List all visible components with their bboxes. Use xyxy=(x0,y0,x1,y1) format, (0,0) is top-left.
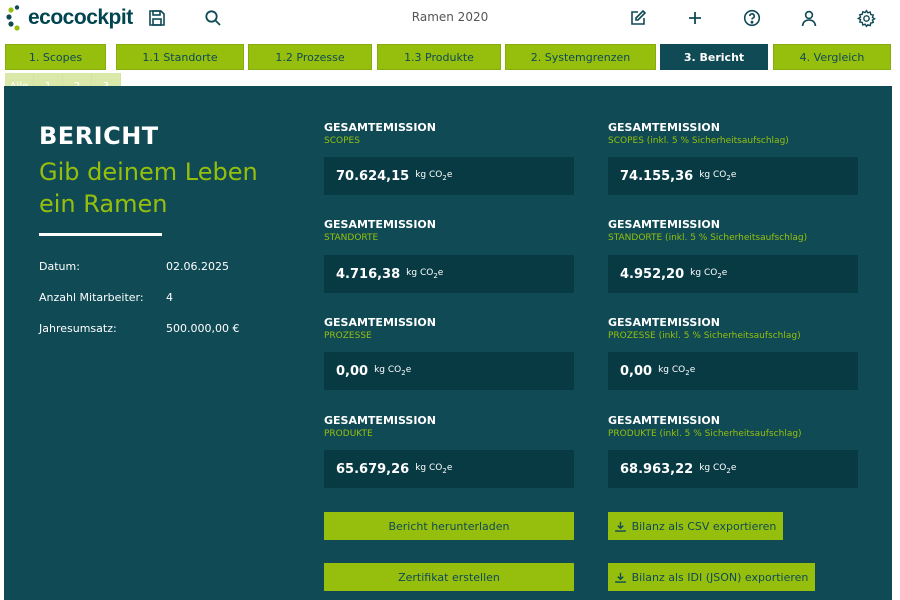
emission-value: 0,00 xyxy=(336,363,369,379)
emission-value: 68.963,22 xyxy=(620,461,694,477)
emission-value-box: 0,00 kg CO2e xyxy=(324,352,574,390)
emission-label: GESAMTEMISSION xyxy=(324,316,436,329)
emission-sub: STANDORTE xyxy=(324,233,379,243)
meta-employees-value: 4 xyxy=(166,291,173,304)
emission-label: GESAMTEMISSION xyxy=(608,121,720,134)
meta-revenue-value: 500.000,00 € xyxy=(166,322,240,335)
top-bar: ecocockpit Ramen 2020 xyxy=(0,0,900,38)
emission-sub: PROZESSE (inkl. 5 % Sicherheitsaufschlag… xyxy=(608,331,801,341)
emission-value-box: 74.155,36 kg CO2e xyxy=(608,157,858,195)
download-icon xyxy=(614,572,626,583)
emission-label: GESAMTEMISSION xyxy=(324,121,436,134)
emission-value: 0,00 xyxy=(620,363,653,379)
export-csv-label: Bilanz als CSV exportieren xyxy=(631,519,777,533)
heading-divider xyxy=(39,233,162,236)
help-icon[interactable] xyxy=(741,7,763,29)
export-csv-button[interactable]: Bilanz als CSV exportieren xyxy=(608,512,783,540)
emission-label: GESAMTEMISSION xyxy=(608,316,720,329)
emission-sub: SCOPES (inkl. 5 % Sicherheitsaufschlag) xyxy=(608,136,789,146)
emission-value: 70.624,15 xyxy=(336,168,410,184)
emission-value-box: 68.963,22 kg CO2e xyxy=(608,450,858,488)
meta-date-label: Datum: xyxy=(39,260,80,273)
meta-revenue-label: Jahresumsatz: xyxy=(39,322,117,335)
emission-sub: STANDORTE (inkl. 5 % Sicherheitsaufschla… xyxy=(608,233,808,243)
tab-scopes[interactable]: 1. Scopes xyxy=(5,44,106,70)
tab-prozesse[interactable]: 1.2 Prozesse xyxy=(248,44,372,70)
emission-value: 74.155,36 xyxy=(620,168,694,184)
emission-unit: kg CO2e xyxy=(374,365,412,377)
export-json-label: Bilanz als IDI (JSON) exportieren xyxy=(631,570,809,584)
meta-date-value: 02.06.2025 xyxy=(166,260,229,273)
emission-unit: kg CO2e xyxy=(406,268,444,280)
tab-vergleich[interactable]: 4. Vergleich xyxy=(773,44,891,70)
download-report-button[interactable]: Bericht herunterladen xyxy=(324,512,574,540)
emission-value-box: 4.716,38 kg CO2e xyxy=(324,255,574,293)
report-title: BERICHT xyxy=(39,122,159,150)
emission-value-box: 65.679,26 kg CO2e xyxy=(324,450,574,488)
create-certificate-button[interactable]: Zertifikat erstellen xyxy=(324,563,574,591)
emission-label: GESAMTEMISSION xyxy=(324,414,436,427)
emission-label: GESAMTEMISSION xyxy=(324,218,436,231)
emission-unit: kg CO2e xyxy=(415,463,453,475)
download-icon xyxy=(614,521,626,532)
step-tabs: 1. Scopes 1.1 Standorte 1.2 Prozesse 1.3… xyxy=(0,44,900,72)
report-panel: BERICHT Gib deinem Leben ein Ramen Datum… xyxy=(4,86,892,600)
emission-unit: kg CO2e xyxy=(690,268,728,280)
emission-value-box: 70.624,15 kg CO2e xyxy=(324,157,574,195)
export-json-button[interactable]: Bilanz als IDI (JSON) exportieren xyxy=(608,563,815,591)
emission-label: GESAMTEMISSION xyxy=(608,218,720,231)
emission-unit: kg CO2e xyxy=(699,463,737,475)
project-title: Ramen 2020 xyxy=(411,10,489,24)
user-icon[interactable] xyxy=(798,7,820,29)
emission-value: 4.716,38 xyxy=(336,266,401,282)
emission-value: 65.679,26 xyxy=(336,461,410,477)
tab-bericht[interactable]: 3. Bericht xyxy=(660,44,768,70)
report-heading: BERICHT Gib deinem Leben ein Ramen xyxy=(39,122,279,220)
emission-unit: kg CO2e xyxy=(658,365,696,377)
emission-label: GESAMTEMISSION xyxy=(608,414,720,427)
emission-unit: kg CO2e xyxy=(415,170,453,182)
emission-sub: SCOPES xyxy=(324,136,360,146)
report-subtitle: Gib deinem Leben ein Ramen xyxy=(39,158,258,218)
emission-sub: PRODUKTE (inkl. 5 % Sicherheitsaufschlag… xyxy=(608,429,802,439)
emission-value: 4.952,20 xyxy=(620,266,685,282)
tab-standorte[interactable]: 1.1 Standorte xyxy=(116,44,244,70)
emission-value-box: 0,00 kg CO2e xyxy=(608,352,858,390)
emission-sub: PRODUKTE xyxy=(324,429,373,439)
tab-produkte[interactable]: 1.3 Produkte xyxy=(377,44,501,70)
meta-employees-label: Anzahl Mitarbeiter: xyxy=(39,291,144,304)
edit-icon[interactable] xyxy=(627,7,649,29)
emission-sub: PROZESSE xyxy=(324,331,372,341)
emission-value-box: 4.952,20 kg CO2e xyxy=(608,255,858,293)
plus-icon[interactable] xyxy=(684,7,706,29)
gear-icon[interactable] xyxy=(855,7,877,29)
emission-unit: kg CO2e xyxy=(699,170,737,182)
tab-systemgrenzen[interactable]: 2. Systemgrenzen xyxy=(505,44,656,70)
